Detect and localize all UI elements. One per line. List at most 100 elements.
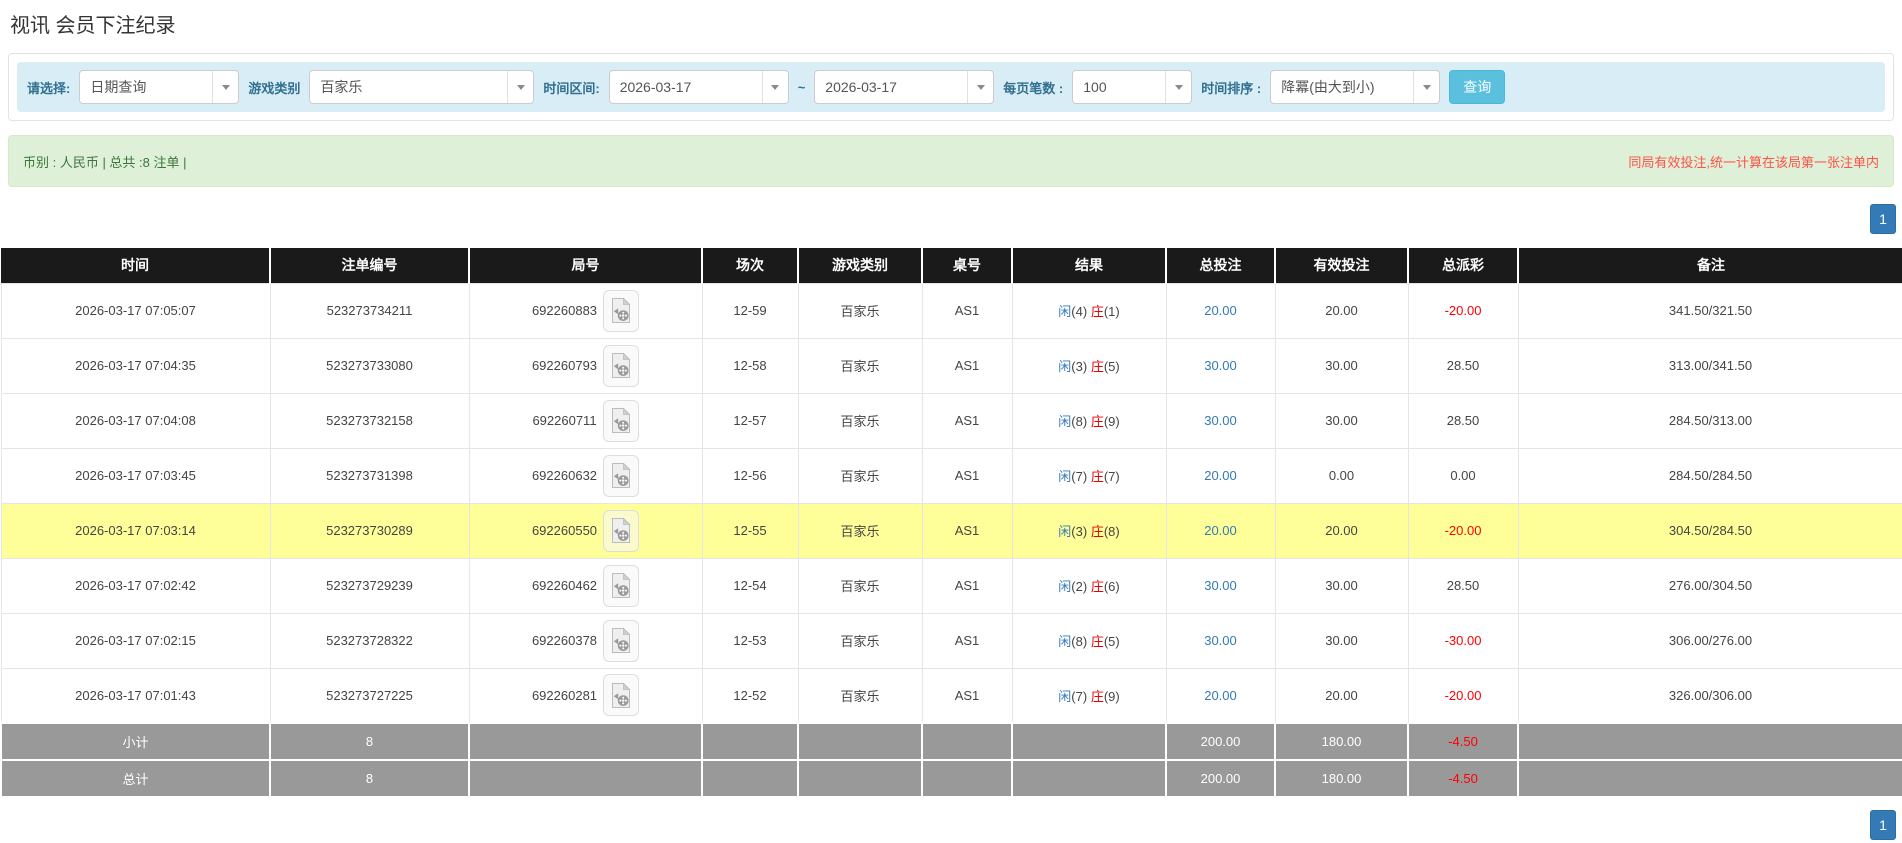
cell-result: 闲(3) 庄(8)	[1011, 502, 1167, 559]
sort-order-label: 时间排序 :	[1201, 80, 1262, 96]
result-banker-label: 庄	[1090, 634, 1104, 649]
video-file-icon	[612, 297, 631, 323]
video-file-icon	[612, 517, 631, 543]
filter-bar: 请选择: 日期查询 游戏类别 百家乐 时间区间: 2026-03-17 ~ 20…	[17, 62, 1885, 112]
result-player-count: (7)	[1071, 688, 1088, 704]
totals-valid-bet: 180.00	[1274, 759, 1409, 798]
video-replay-button[interactable]	[603, 619, 640, 662]
result-banker-count: (5)	[1103, 359, 1120, 374]
cell-remark: 276.00/304.50	[1517, 557, 1902, 614]
total-bet-link[interactable]: 30.00	[1204, 633, 1237, 648]
chevron-down-icon[interactable]	[1165, 71, 1191, 103]
cell-total-bet: 30.00	[1165, 612, 1276, 669]
cell-result: 闲(7) 庄(7)	[1011, 447, 1167, 504]
video-replay-button[interactable]	[603, 289, 640, 332]
result-player-count: (2)	[1071, 579, 1088, 594]
result-player-count: (7)	[1071, 469, 1088, 484]
chevron-down-icon[interactable]	[507, 71, 533, 103]
total-bet-link[interactable]: 20.00	[1204, 468, 1237, 483]
header-bet-id: 注单编号	[270, 248, 470, 283]
total-bet-link[interactable]: 30.00	[1204, 358, 1237, 373]
totals-payout: -4.50	[1407, 759, 1519, 798]
video-file-icon	[612, 352, 631, 378]
result-player-count: (3)	[1071, 524, 1088, 539]
cell-table-no: AS1	[921, 502, 1013, 559]
table-row: 2026-03-17 07:05:07 523273734211 6922608…	[0, 282, 1902, 339]
cell-table-no: AS1	[921, 557, 1013, 614]
video-replay-button[interactable]	[603, 674, 640, 717]
date-to-select[interactable]: 2026-03-17	[814, 70, 995, 104]
header-total-bet: 总投注	[1166, 248, 1276, 283]
total-bet-link[interactable]: 30.00	[1204, 578, 1237, 593]
cell-round: 692260632	[468, 447, 703, 504]
total-bet-link[interactable]: 30.00	[1204, 413, 1237, 428]
cell-bet-id: 523273734211	[269, 282, 470, 339]
video-replay-button[interactable]	[603, 564, 640, 607]
table-row: 2026-03-17 07:04:35 523273733080 6922607…	[0, 337, 1902, 394]
round-number: 692260462	[531, 578, 598, 593]
cell-game-type: 百家乐	[797, 447, 923, 504]
cell-time: 2026-03-17 07:05:07	[0, 282, 271, 339]
cell-session: 12-57	[701, 392, 799, 449]
cell-game-type: 百家乐	[797, 502, 923, 559]
video-file-icon	[612, 627, 631, 653]
cell-remark: 313.00/341.50	[1517, 337, 1902, 394]
cell-session: 12-54	[701, 557, 799, 614]
header-row: 时间 注单编号 局号 场次 游戏类别 桌号 结果 总投注 有效投注 总派彩 备注	[1, 248, 1902, 283]
result-player-count: (8)	[1071, 414, 1088, 429]
page-title: 视讯 会员下注纪录	[10, 15, 176, 37]
page-1-button[interactable]: 1	[1870, 204, 1896, 234]
chevron-down-icon[interactable]	[967, 71, 993, 103]
total-bet-link[interactable]: 20.00	[1204, 688, 1237, 703]
date-from-value: 2026-03-17	[619, 79, 692, 95]
cell-remark: 341.50/321.50	[1517, 282, 1902, 339]
cell-valid-bet: 20.00	[1274, 667, 1409, 724]
table-row: 2026-03-17 07:03:45 523273731398 6922606…	[0, 447, 1902, 504]
cell-payout: 28.50	[1407, 392, 1519, 449]
cell-round: 692260378	[468, 612, 703, 669]
page-1-button[interactable]: 1	[1870, 810, 1896, 840]
video-file-icon	[612, 462, 631, 488]
cell-remark: 326.00/306.00	[1517, 667, 1902, 724]
video-replay-button[interactable]	[603, 344, 640, 387]
date-range-label: 时间区间:	[543, 80, 600, 96]
cell-bet-id: 523273731398	[269, 447, 470, 504]
sort-order-select[interactable]: 降冪(由大到小)	[1270, 70, 1441, 104]
date-from-select[interactable]: 2026-03-17	[608, 70, 789, 104]
cell-bet-id: 523273728322	[269, 612, 470, 669]
cell-valid-bet: 30.00	[1274, 612, 1409, 669]
video-replay-button[interactable]	[602, 399, 639, 442]
result-banker-label: 庄	[1090, 359, 1104, 374]
result-player-label: 闲	[1058, 304, 1072, 319]
cell-session: 12-58	[701, 337, 799, 394]
total-bet-link[interactable]: 20.00	[1204, 303, 1237, 318]
cell-bet-id: 523273733080	[269, 337, 470, 394]
pagination-top: 1	[0, 204, 1902, 234]
cell-round: 692260793	[468, 337, 703, 394]
result-banker-count: (1)	[1103, 304, 1120, 319]
video-replay-button[interactable]	[603, 509, 640, 552]
cell-table-no: AS1	[921, 667, 1013, 724]
chevron-down-icon[interactable]	[761, 71, 788, 103]
video-replay-button[interactable]	[603, 454, 640, 497]
result-banker-count: (7)	[1103, 469, 1120, 484]
pagination-bottom: 1	[0, 810, 1902, 840]
bet-records-table: 时间 注单编号 局号 场次 游戏类别 桌号 结果 总投注 有效投注 总派彩 备注…	[0, 248, 1902, 798]
result-player-count: (4)	[1071, 304, 1088, 319]
page-size-select[interactable]: 100	[1072, 70, 1193, 104]
cell-bet-id: 523273729239	[269, 557, 470, 614]
result-player-label: 闲	[1058, 469, 1072, 484]
chevron-down-icon[interactable]	[1413, 71, 1439, 103]
header-remark: 备注	[1518, 248, 1902, 283]
totals-total-bet: 200.00	[1165, 722, 1276, 761]
result-banker-count: (5)	[1103, 634, 1120, 649]
cell-payout: -30.00	[1407, 612, 1519, 669]
total-bet-link[interactable]: 20.00	[1204, 523, 1237, 538]
chevron-down-icon[interactable]	[212, 71, 238, 103]
search-button[interactable]: 查询	[1449, 70, 1506, 104]
game-type-select[interactable]: 百家乐	[309, 70, 535, 104]
cell-round: 692260550	[468, 502, 703, 559]
cell-session: 12-59	[701, 282, 799, 339]
result-player-label: 闲	[1058, 579, 1072, 594]
query-mode-select[interactable]: 日期查询	[79, 70, 240, 104]
